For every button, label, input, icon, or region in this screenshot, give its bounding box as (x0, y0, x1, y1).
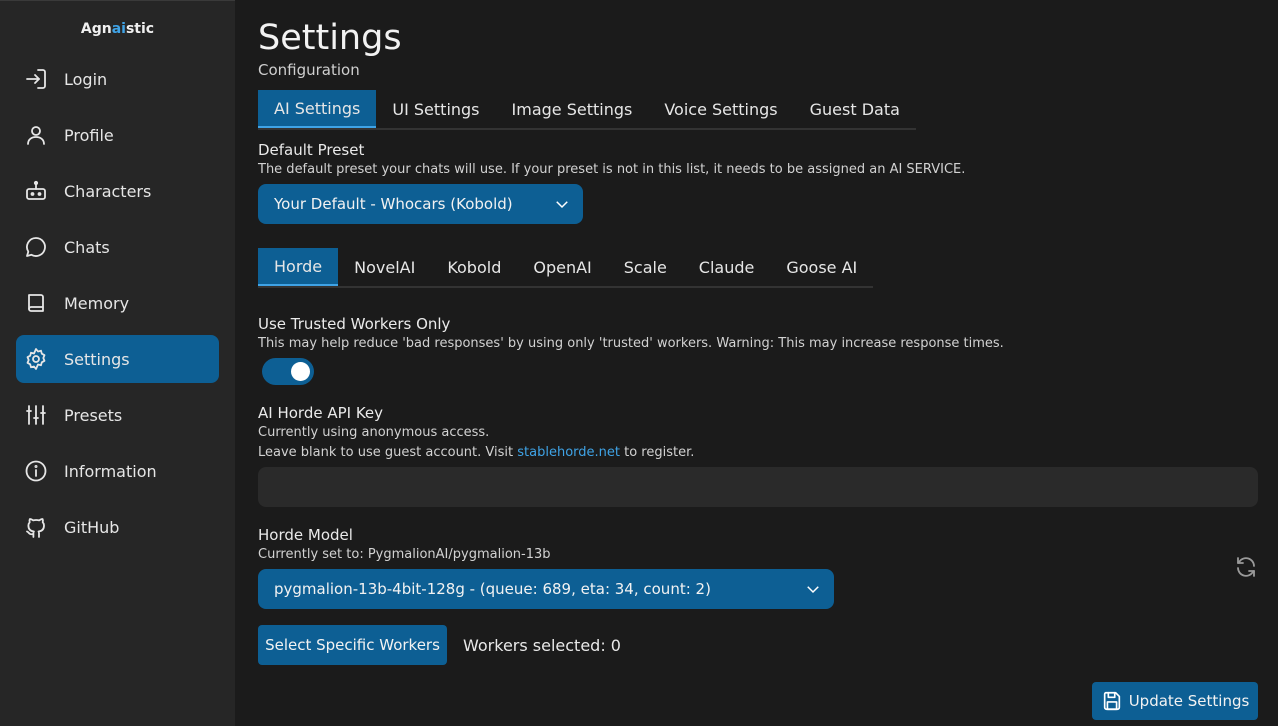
save-icon (1101, 690, 1123, 712)
sidebar-item-login[interactable]: Login (16, 55, 219, 103)
tab-scale[interactable]: Scale (608, 248, 683, 286)
sidebar-item-memory[interactable]: Memory (16, 279, 219, 327)
sidebar-item-label: Information (64, 461, 157, 481)
update-settings-button[interactable]: Update Settings (1092, 682, 1258, 720)
toggle-knob (291, 362, 310, 381)
update-settings-label: Update Settings (1128, 692, 1250, 710)
horde-model-label: Horde Model (258, 526, 353, 544)
trusted-workers-toggle[interactable] (262, 358, 314, 385)
tab-kobold[interactable]: Kobold (431, 248, 517, 286)
tab-ai-settings[interactable]: AI Settings (258, 90, 377, 128)
horde-model-select[interactable]: pygmalion-13b-4bit-128g - (queue: 689, e… (258, 569, 834, 609)
tab-horde[interactable]: Horde (258, 248, 339, 286)
sidebar-item-presets[interactable]: Presets (16, 391, 219, 439)
bot-icon (24, 179, 48, 203)
tab-image-settings[interactable]: Image Settings (496, 90, 649, 128)
sidebar-item-label: Chats (64, 237, 110, 257)
sidebar-item-label: GitHub (64, 517, 120, 537)
stablehorde-link[interactable]: stablehorde.net (517, 445, 620, 460)
sidebar-item-profile[interactable]: Profile (16, 111, 219, 159)
tab-ui-settings[interactable]: UI Settings (376, 90, 495, 128)
api-key-label: AI Horde API Key (258, 404, 384, 422)
user-icon (24, 123, 48, 147)
horde-model-help: Currently set to: PygmalionAI/pygmalion-… (258, 547, 551, 562)
api-key-help-1: Currently using anonymous access. (258, 425, 490, 440)
default-preset-label: Default Preset (258, 141, 365, 159)
workers-selected-text: Workers selected: 0 (463, 636, 621, 655)
tab-voice-settings[interactable]: Voice Settings (648, 90, 793, 128)
sidebar-item-settings[interactable]: Settings (16, 335, 219, 383)
info-icon (24, 459, 48, 483)
horde-model-value: pygmalion-13b-4bit-128g - (queue: 689, e… (274, 580, 711, 598)
sidebar-item-information[interactable]: Information (16, 447, 219, 495)
settings-tabs: AI Settings UI Settings Image Settings V… (258, 90, 916, 130)
sidebar-item-label: Memory (64, 293, 130, 313)
tab-claude[interactable]: Claude (683, 248, 771, 286)
default-preset-help: The default preset your chats will use. … (258, 162, 966, 177)
sidebar-item-github[interactable]: GitHub (16, 503, 219, 551)
default-preset-value: Your Default - Whocars (Kobold) (274, 195, 513, 213)
sidebar-item-label: Characters (64, 181, 152, 201)
gear-icon (24, 347, 48, 371)
default-preset-select[interactable]: Your Default - Whocars (Kobold) (258, 184, 583, 224)
refresh-icon[interactable] (1234, 555, 1258, 579)
main-content: Settings Configuration AI Settings UI Se… (258, 0, 1278, 726)
sidebar-item-label: Presets (64, 405, 123, 425)
github-icon (24, 515, 48, 539)
sidebar: Agnaistic Login Profile Characters Chats… (0, 0, 235, 726)
app-logo[interactable]: Agnaistic (0, 21, 235, 37)
sidebar-item-label: Login (64, 69, 108, 89)
book-icon (24, 291, 48, 315)
chat-bubble-icon (24, 235, 48, 259)
api-key-input[interactable] (258, 467, 1258, 507)
service-tabs: Horde NovelAI Kobold OpenAI Scale Claude… (258, 248, 874, 288)
chevron-down-icon (804, 580, 822, 598)
login-icon (24, 67, 48, 91)
sidebar-item-chats[interactable]: Chats (16, 223, 219, 271)
trusted-workers-help: This may help reduce 'bad responses' by … (258, 336, 1004, 351)
trusted-workers-label: Use Trusted Workers Only (258, 315, 451, 333)
sidebar-item-label: Profile (64, 125, 114, 145)
tab-guest-data[interactable]: Guest Data (794, 90, 916, 128)
sliders-icon (24, 403, 48, 427)
tab-goose-ai[interactable]: Goose AI (770, 248, 873, 286)
tab-openai[interactable]: OpenAI (517, 248, 607, 286)
sidebar-item-characters[interactable]: Characters (16, 167, 219, 215)
api-key-help-2: Leave blank to use guest account. Visit … (258, 445, 695, 460)
page-subtitle: Configuration (258, 61, 360, 79)
chevron-down-icon (553, 195, 571, 213)
page-title: Settings (258, 18, 402, 58)
sidebar-item-label: Settings (64, 349, 130, 369)
tab-novelai[interactable]: NovelAI (338, 248, 431, 286)
select-workers-button[interactable]: Select Specific Workers (258, 625, 447, 665)
